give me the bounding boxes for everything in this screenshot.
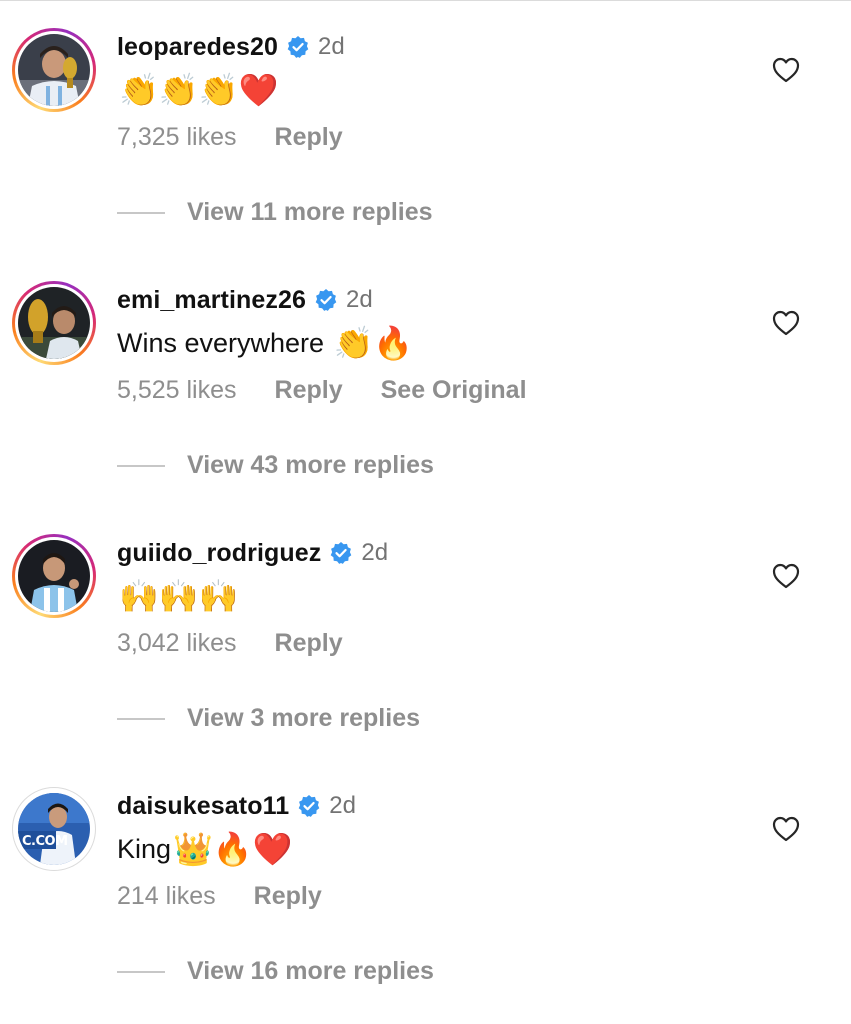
comment-emoji: 👏🔥 — [333, 324, 414, 362]
comment-time: 2d — [318, 33, 345, 60]
view-replies-label: View 11 more replies — [187, 198, 433, 226]
comment-emoji: 👑🔥❤️ — [173, 830, 293, 868]
like-button[interactable] — [770, 560, 802, 592]
comment-time: 2d — [329, 792, 356, 819]
heart-outline-icon — [772, 57, 800, 83]
reply-button[interactable]: Reply — [275, 123, 343, 152]
avatar: C.COM — [18, 793, 90, 865]
like-button[interactable] — [770, 54, 802, 86]
comment-emoji: 👏👏👏❤️ — [119, 71, 279, 109]
comment-time: 2d — [361, 539, 389, 566]
username[interactable]: daisukesato11 — [117, 792, 289, 821]
avatar-frame[interactable]: C.COM — [12, 787, 96, 871]
username[interactable]: leoparedes20 — [117, 33, 278, 62]
username[interactable]: guiido_rodriguez — [117, 539, 321, 568]
likes-count[interactable]: 5,525 likes — [117, 376, 237, 405]
view-replies-label: View 3 more replies — [187, 704, 420, 732]
avatar — [18, 34, 90, 106]
heart-outline-icon — [772, 310, 800, 336]
heart-outline-icon — [772, 563, 800, 589]
comment-text: 👏👏👏❤️ — [117, 68, 278, 112]
heart-outline-icon — [772, 816, 800, 842]
comment-item: leoparedes20 2d 👏👏👏❤️ 7,325 likes Reply … — [0, 0, 851, 253]
like-button[interactable] — [770, 307, 802, 339]
likes-count[interactable]: 3,042 likes — [117, 629, 237, 658]
likes-count[interactable]: 7,325 likes — [117, 123, 237, 152]
avatar — [18, 540, 90, 612]
reply-button[interactable]: Reply — [275, 376, 343, 405]
comment-text: King 👑🔥❤️ — [117, 827, 293, 871]
replies-divider — [117, 970, 165, 973]
like-button[interactable] — [770, 813, 802, 845]
view-replies-button[interactable]: View 3 more replies — [117, 704, 420, 733]
reply-button[interactable]: Reply — [275, 629, 343, 658]
view-replies-button[interactable]: View 11 more replies — [117, 198, 433, 227]
comment-item: C.COM daisukesato11 2d King 👑🔥❤️ 214 lik… — [0, 759, 851, 1012]
verified-badge-icon — [329, 541, 353, 565]
see-original-button[interactable]: See Original — [381, 376, 527, 405]
comment-text: Wins everywhere 👏🔥 — [117, 321, 413, 365]
verified-badge-icon — [314, 288, 338, 312]
story-ring[interactable] — [12, 281, 96, 365]
verified-badge-icon — [297, 794, 321, 818]
comment-time: 2d — [346, 286, 373, 313]
comment-item: guiido_rodriguez 2d 🙌🙌🙌 3,042 likes Repl… — [0, 506, 851, 759]
replies-divider — [117, 464, 165, 467]
comment-body: King — [117, 833, 172, 864]
comment-item: emi_martinez26 2d Wins everywhere 👏🔥 5,5… — [0, 253, 851, 506]
view-replies-label: View 16 more replies — [187, 957, 434, 985]
reply-button[interactable]: Reply — [254, 882, 322, 911]
story-ring[interactable] — [12, 28, 96, 112]
view-replies-button[interactable]: View 43 more replies — [117, 451, 434, 480]
view-replies-label: View 43 more replies — [187, 451, 434, 479]
avatar-overlay-text: C.COM — [22, 834, 68, 849]
view-replies-button[interactable]: View 16 more replies — [117, 957, 434, 986]
story-ring[interactable] — [12, 534, 96, 618]
comment-emoji: 🙌🙌🙌 — [119, 577, 239, 615]
comment-body: Wins everywhere — [117, 327, 332, 358]
username[interactable]: emi_martinez26 — [117, 286, 306, 315]
replies-divider — [117, 717, 165, 720]
avatar — [18, 287, 90, 359]
replies-divider — [117, 211, 165, 214]
verified-badge-icon — [286, 35, 310, 59]
likes-count[interactable]: 214 likes — [117, 882, 216, 911]
comment-text: 🙌🙌🙌 — [117, 574, 239, 618]
